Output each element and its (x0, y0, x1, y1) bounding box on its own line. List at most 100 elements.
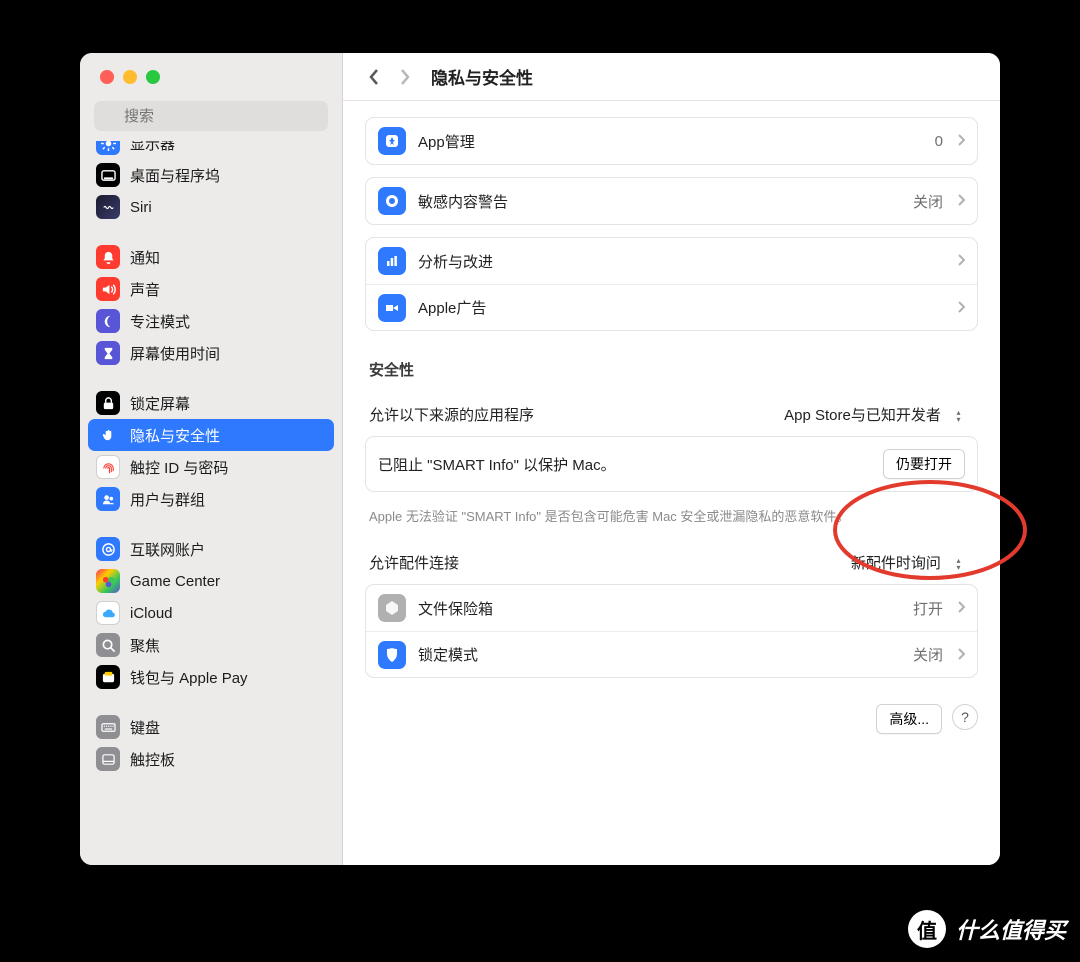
allow-accessories-row[interactable]: 允许配件连接 新配件时询问 ▴▾ (365, 540, 978, 584)
nav-forward-button[interactable] (392, 62, 418, 92)
sidebar-item-4[interactable]: 通知 (88, 241, 334, 273)
main-pane: 隐私与安全性 App管理 0 敏感内容警告 关闭 (343, 53, 1000, 865)
sidebar-item-18[interactable]: 钱包与 Apple Pay (88, 661, 334, 693)
watermark-text: 什么值得买 (956, 913, 1066, 945)
sidebar-item-label: 桌面与程序坞 (130, 165, 220, 186)
hourglass-icon (96, 341, 120, 365)
sun-icon (96, 141, 120, 155)
sidebar-item-label: 用户与群组 (130, 489, 205, 510)
sidebar-item-label: 触控板 (130, 749, 175, 770)
sidebar-item-1[interactable]: 桌面与程序坞 (88, 159, 334, 191)
sidebar-item-label: 显示器 (130, 141, 175, 154)
row-label: 文件保险箱 (418, 598, 901, 619)
sidebar-item-label: 屏幕使用时间 (130, 343, 220, 364)
stepper-icon[interactable]: ▴▾ (951, 557, 966, 571)
row-app-management[interactable]: App管理 0 (365, 117, 978, 165)
siri-icon (96, 195, 120, 219)
chevron-right-icon (957, 647, 965, 663)
sidebar-item-label: 互联网账户 (130, 539, 205, 560)
content-scroll[interactable]: App管理 0 敏感内容警告 关闭 分析与改进 (343, 101, 1000, 865)
window-controls (80, 53, 342, 101)
sidebar-item-label: 锁定屏幕 (130, 393, 190, 414)
sidebar-item-11[interactable]: 触控 ID 与密码 (88, 451, 334, 483)
blocked-app-row: 已阻止 "SMART Info" 以保护 Mac。 仍要打开 (366, 437, 977, 491)
sidebar-item-17[interactable]: 聚焦 (88, 629, 334, 661)
sidebar-item-12[interactable]: 用户与群组 (88, 483, 334, 515)
sidebar-item-label: 聚焦 (130, 635, 160, 656)
chevron-right-icon (957, 133, 965, 149)
fingerprint-icon (96, 455, 120, 479)
lockdown-icon (378, 641, 406, 669)
settings-window: 显示器桌面与程序坞Siri通知声音专注模式屏幕使用时间锁定屏幕隐私与安全性触控 … (80, 53, 1000, 865)
allow-accessories-value: 新配件时询问 (851, 555, 941, 572)
keyboard-icon (96, 715, 120, 739)
sidebar-item-5[interactable]: 声音 (88, 273, 334, 305)
sidebar-item-2[interactable]: Siri (88, 191, 334, 223)
sidebar-item-16[interactable]: iCloud (88, 597, 334, 629)
sensitive-content-icon (378, 187, 406, 215)
search-input[interactable] (94, 101, 328, 131)
stepper-icon[interactable]: ▴▾ (951, 409, 966, 423)
nav-back-button[interactable] (361, 62, 387, 92)
sidebar-item-7[interactable]: 屏幕使用时间 (88, 337, 334, 369)
at-icon (96, 537, 120, 561)
sidebar-item-20[interactable]: 键盘 (88, 711, 334, 743)
row-label: 允许配件连接 (369, 552, 459, 573)
hand-icon (96, 423, 120, 447)
row-analytics[interactable]: 分析与改进 (366, 238, 977, 284)
open-anyway-button[interactable]: 仍要打开 (883, 449, 965, 479)
help-button[interactable]: ? (952, 704, 978, 730)
wallet-icon (96, 665, 120, 689)
row-value: 关闭 (913, 191, 943, 212)
sidebar-item-21[interactable]: 触控板 (88, 743, 334, 775)
sidebar-item-15[interactable]: Game Center (88, 565, 334, 597)
analytics-icon (378, 247, 406, 275)
sidebar-item-9[interactable]: 锁定屏幕 (88, 387, 334, 419)
search-icon (96, 633, 120, 657)
minimize-window-button[interactable] (123, 70, 137, 84)
page-title: 隐私与安全性 (431, 64, 533, 89)
sidebar: 显示器桌面与程序坞 Siri 通知声音专注模式屏幕使用时间锁定屏幕隐私与安全性触控 … (80, 53, 343, 865)
row-apple-ads[interactable]: Apple广告 (366, 284, 977, 330)
sidebar-item-14[interactable]: 互联网账户 (88, 533, 334, 565)
sidebar-item-6[interactable]: 专注模式 (88, 305, 334, 337)
users-icon (96, 487, 120, 511)
sidebar-item-0[interactable]: 显示器 (88, 141, 334, 159)
sidebar-nav-list[interactable]: 显示器桌面与程序坞 Siri 通知声音专注模式屏幕使用时间锁定屏幕隐私与安全性触控 … (80, 141, 342, 865)
close-window-button[interactable] (100, 70, 114, 84)
row-value: 0 (935, 133, 943, 150)
sidebar-item-label: 通知 (130, 247, 160, 268)
cloud-icon (96, 601, 120, 625)
row-label: 敏感内容警告 (418, 191, 901, 212)
gc-icon (96, 569, 120, 593)
zoom-window-button[interactable] (146, 70, 160, 84)
watermark: 值 什么值得买 (908, 910, 1066, 948)
row-filevault[interactable]: 文件保险箱 打开 (366, 585, 977, 631)
row-lockdown-mode[interactable]: 锁定模式 关闭 (366, 631, 977, 677)
allow-app-sources-row[interactable]: 允许以下来源的应用程序 App Store与已知开发者 ▴▾ (365, 392, 978, 436)
chevron-right-icon (957, 600, 965, 616)
sidebar-item-label: 钱包与 Apple Pay (130, 667, 248, 688)
row-sensitive-content[interactable]: 敏感内容警告 关闭 (365, 177, 978, 225)
filevault-icon (378, 594, 406, 622)
sidebar-item-label: 隐私与安全性 (130, 425, 220, 446)
sidebar-item-label: 声音 (130, 279, 160, 300)
trackpad-icon (96, 747, 120, 771)
main-header: 隐私与安全性 (343, 53, 1000, 101)
chevron-right-icon (957, 253, 965, 269)
advanced-button[interactable]: 高级... (876, 704, 942, 734)
blocked-app-hint: Apple 无法验证 "SMART Info" 是否包含可能危害 Mac 安全或… (365, 504, 978, 540)
bell-icon (96, 245, 120, 269)
sidebar-item-label: iCloud (130, 605, 173, 622)
row-label: 锁定模式 (418, 644, 901, 665)
row-value: 关闭 (913, 644, 943, 665)
dock-icon (96, 163, 120, 187)
sidebar-item-10[interactable]: 隐私与安全性 (88, 419, 334, 451)
chevron-right-icon (957, 300, 965, 316)
sidebar-item-label: Game Center (130, 573, 220, 590)
row-label: 允许以下来源的应用程序 (369, 404, 534, 425)
sidebar-item-label: 键盘 (130, 717, 160, 738)
lock-icon (96, 391, 120, 415)
chevron-right-icon (957, 193, 965, 209)
allow-app-sources-value: App Store与已知开发者 (784, 407, 941, 424)
